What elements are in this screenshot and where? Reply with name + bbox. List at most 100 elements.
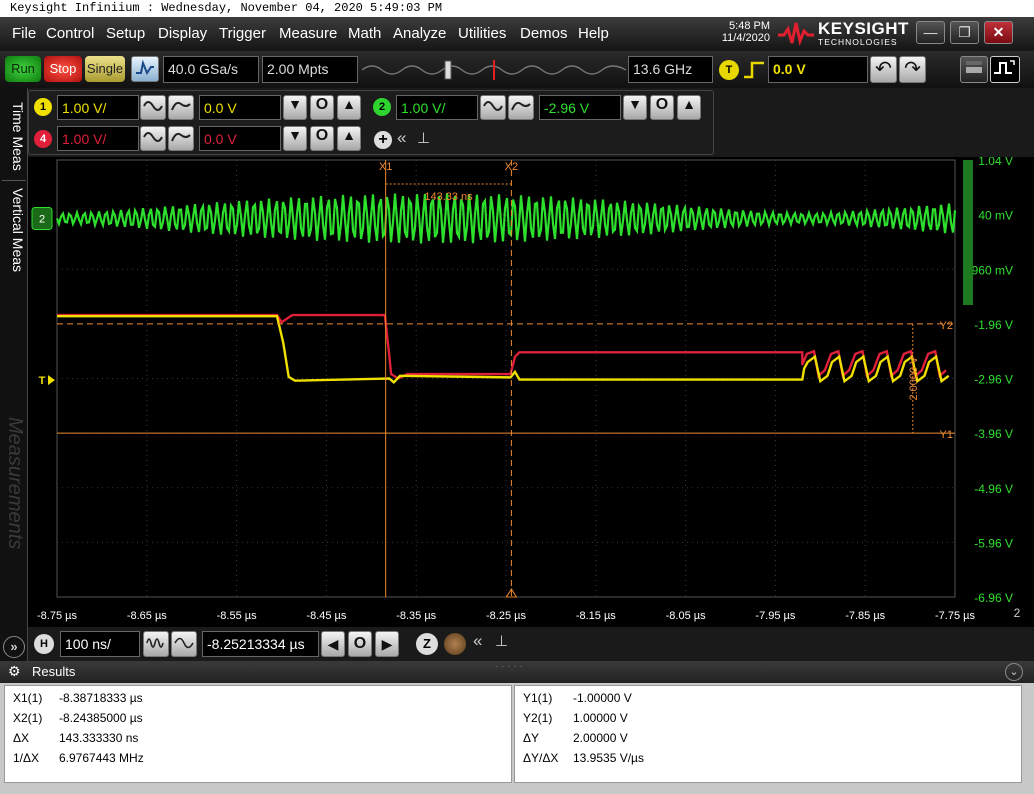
bandwidth-field[interactable]: 13.6 GHz	[628, 56, 713, 83]
x-tick-label: -8.65 µs	[127, 610, 167, 622]
ch4-offset-up-button[interactable]: ▲	[337, 126, 361, 151]
ch1-badge[interactable]: 1	[34, 98, 52, 116]
chevron-down-icon[interactable]: ⌄	[1005, 663, 1023, 681]
oscilloscope-app: Keysight Infiniium : Wednesday, November…	[0, 0, 1034, 794]
ch4-offset-zero-button[interactable]: O	[310, 126, 334, 151]
pin-button[interactable]: ⊥	[417, 129, 430, 147]
undo-button[interactable]: ↶	[870, 56, 897, 83]
autoscale-button[interactable]	[131, 56, 159, 82]
result-label: X2(1)	[13, 711, 43, 725]
ch1-offset-down-button[interactable]: ▼	[283, 95, 307, 120]
timebase-overview-icon[interactable]	[362, 59, 626, 81]
memory-depth-field[interactable]: 2.00 Mpts	[262, 56, 358, 83]
ch1-coupling-dc-button[interactable]	[168, 95, 194, 120]
horizontal-scale-field[interactable]: 100 ns/	[60, 631, 140, 657]
ch4-offset-field[interactable]: 0.0 V	[199, 126, 281, 151]
menu-setup[interactable]: Setup	[106, 25, 145, 42]
close-button[interactable]: ✕	[984, 21, 1013, 44]
expand-sidebar-button[interactable]: »	[3, 636, 25, 658]
horizontal-position-field[interactable]: -8.25213334 µs	[202, 631, 319, 657]
delay-knob-button[interactable]	[444, 633, 466, 655]
trigger-level-field[interactable]: 0.0 V	[768, 56, 868, 83]
menu-file[interactable]: File	[12, 25, 36, 42]
rising-edge-icon[interactable]	[742, 59, 766, 81]
delta-x-label: 143.33 ns	[424, 191, 473, 203]
minimize-button[interactable]: —	[916, 21, 945, 44]
stop-button[interactable]: Stop	[44, 56, 82, 82]
ch2-scale-field[interactable]: 1.00 V/	[396, 95, 478, 120]
keysight-wave-icon	[778, 22, 814, 47]
tab-time-meas[interactable]: Time Meas	[2, 94, 26, 178]
trigger-badge[interactable]: T	[719, 60, 739, 80]
menu-control[interactable]: Control	[46, 25, 94, 42]
ch1-offset-field[interactable]: 0.0 V	[199, 95, 281, 120]
ch1-scale-field[interactable]: 1.00 V/	[57, 95, 139, 120]
y-axis-labels: 1.04 V 40 mV -960 mV -1.96 V -2.96 V -3.96 V -…	[963, 154, 1013, 605]
horizontal-zoom-out-button[interactable]	[143, 631, 169, 657]
ch2-marker-label: 2	[39, 213, 45, 225]
menu-bar: File Control Setup Display Trigger Measu…	[0, 17, 1034, 51]
menu-display[interactable]: Display	[158, 25, 207, 42]
y-tick-label: 1.04 V	[978, 157, 1013, 168]
collapse-channels-button[interactable]: «	[397, 128, 406, 148]
menu-analyze[interactable]: Analyze	[393, 25, 446, 42]
menu-demos[interactable]: Demos	[520, 25, 568, 42]
collapse-horizontal-button[interactable]: «	[473, 631, 482, 651]
ch1-offset-zero-button[interactable]: O	[310, 95, 334, 120]
sample-rate-field[interactable]: 40.0 GSa/s	[163, 56, 259, 83]
redo-button[interactable]: ↷	[899, 56, 926, 83]
ch4-coupling-dc-button[interactable]	[168, 126, 194, 151]
window-title: Keysight Infiniium : Wednesday, November…	[0, 0, 1034, 17]
menu-measure[interactable]: Measure	[279, 25, 337, 42]
horizontal-zoom-in-button[interactable]	[171, 631, 197, 657]
x-tick-label: -8.35 µs	[396, 610, 436, 622]
undo-icon: ↶	[875, 58, 892, 80]
ch2-coupling-ac-button[interactable]	[480, 95, 506, 120]
menu-math[interactable]: Math	[348, 25, 381, 42]
menu-help[interactable]: Help	[578, 25, 609, 42]
touch-wave-icon	[994, 60, 1015, 74]
ch2-badge[interactable]: 2	[373, 98, 391, 116]
ch2-offset-up-button[interactable]: ▲	[677, 95, 701, 120]
ch4-scale-field[interactable]: 1.00 V/	[57, 126, 139, 151]
horizontal-pin-button[interactable]: ⊥	[495, 632, 508, 650]
result-value: -8.24385000 µs	[59, 711, 143, 725]
wave-compress-icon	[146, 638, 164, 648]
single-button[interactable]: Single	[85, 56, 125, 82]
waveform-graticule[interactable]: 2 T X1 X2 Y2 Y1 143.33 ns 2.0000 V 1.04 V 40 mV…	[28, 154, 1034, 627]
gear-icon[interactable]: ⚙	[8, 663, 21, 680]
ch1-offset-up-button[interactable]: ▲	[337, 95, 361, 120]
horizontal-badge[interactable]: H	[34, 634, 54, 654]
ch1-coupling-ac-button[interactable]	[140, 95, 166, 120]
menu-trigger[interactable]: Trigger	[219, 25, 266, 42]
chevron-down-icon: ▼	[628, 96, 642, 112]
ch4-badge[interactable]: 4	[34, 130, 52, 148]
position-left-button[interactable]: ◀	[321, 631, 345, 657]
ch4-offset-down-button[interactable]: ▼	[283, 126, 307, 151]
position-right-button[interactable]: ▶	[375, 631, 399, 657]
acquisition-toolbar: Run Stop Single 40.0 GSa/s 2.00 Mpts 13.…	[0, 51, 1034, 88]
zoom-button[interactable]: Z	[416, 633, 438, 655]
position-zero-button[interactable]: O	[348, 631, 372, 657]
ch4-coupling-ac-button[interactable]	[140, 126, 166, 151]
ch2-offset-field[interactable]: -2.96 V	[539, 95, 621, 120]
ch2-offset-down-button[interactable]: ▼	[623, 95, 647, 120]
tab-vertical-meas[interactable]: Vertical Meas	[2, 180, 26, 280]
y-tick-label: -1.96 V	[974, 318, 1013, 332]
maximize-button[interactable]: ❐	[950, 21, 979, 44]
menu-utilities[interactable]: Utilities	[458, 25, 506, 42]
x-tick-label: -8.25 µs	[486, 610, 526, 622]
screen-layout-button[interactable]	[960, 56, 988, 83]
dc-wave-icon	[171, 101, 191, 111]
waveform-display[interactable]: 2 T X1 X2 Y2 Y1 143.33 ns 2.0000 V 1.04 V 40 mV…	[28, 154, 1034, 627]
tab-measurements[interactable]: Measurements	[2, 393, 26, 573]
channel-panel: 1 1.00 V/ 0.0 V ▼ O ▲ 2 1.00 V/ -2.96 V …	[28, 90, 714, 155]
add-channel-button[interactable]: +	[374, 131, 392, 149]
x-tick-label: -8.15 µs	[576, 610, 616, 622]
touch-button[interactable]	[990, 56, 1020, 83]
ch2-coupling-dc-button[interactable]	[508, 95, 534, 120]
results-drag-handle[interactable]: · · · · ·	[495, 661, 523, 672]
plus-icon: +	[378, 131, 388, 148]
run-button[interactable]: Run	[5, 56, 41, 82]
ch2-offset-zero-button[interactable]: O	[650, 95, 674, 120]
